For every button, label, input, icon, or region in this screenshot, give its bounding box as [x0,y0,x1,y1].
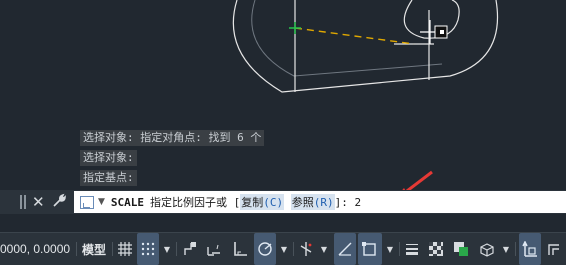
base-point-marker [289,22,301,34]
command-line[interactable]: ▼ SCALE 指定比例因子或 [ 复制(C) 参照(R) ]: 2 [74,191,566,213]
close-icon[interactable]: ✕ [32,193,45,211]
osnap-dropdown-icon[interactable]: ▼ [384,233,396,265]
dynamic-input-icon[interactable] [204,233,226,265]
option-reference-label: 参照 [291,196,314,209]
history-line-3: 指定基点: [80,170,137,186]
recent-commands-dropdown-icon[interactable]: ▼ [98,197,105,207]
coordinates-readout[interactable]: 0000, 0.0000 [0,242,70,256]
snap-dropdown-icon[interactable]: ▼ [161,233,173,265]
transparency-icon[interactable] [426,233,446,265]
infer-constraints-icon[interactable] [180,233,200,265]
customize-icon[interactable] [51,193,67,213]
rubberband-dashed-line [294,27,415,45]
object-snap-icon[interactable] [358,233,382,265]
command-prompt: 指定比例因子或 [ [150,196,241,209]
history-line-1: 选择对象: 指定对角点: 找到 6 个 [80,130,265,146]
annotation-scale-icon[interactable] [519,233,541,265]
status-bar: 0000, 0.0000 模型 ▼ ▼ ▼ ▼ ▼ [0,232,566,265]
ortho-icon[interactable] [230,233,250,265]
command-suffix: ]: [334,195,355,209]
lineweight-icon[interactable] [402,233,422,265]
option-copy-key: (C) [263,196,284,209]
option-reference[interactable]: 参照(R) [290,194,335,210]
command-input-value[interactable]: 2 [355,196,362,209]
polar-dropdown-icon[interactable]: ▼ [278,233,290,265]
command-name: SCALE [110,195,145,209]
drag-handle[interactable] [20,195,26,209]
selection-cycling-icon[interactable] [450,233,472,265]
history-line-2: 选择对象: [80,150,137,166]
option-reference-key: (R) [313,196,334,209]
model-tab[interactable]: 模型 [82,241,106,258]
polar-tracking-icon[interactable] [254,233,276,265]
3d-osnap-dropdown-icon[interactable]: ▼ [500,233,512,265]
3d-osnap-icon[interactable] [476,233,498,265]
outer-profile [232,0,499,93]
crosshair-cursor [420,20,448,44]
snap-icon[interactable] [137,233,159,265]
workspace-icon[interactable] [544,233,564,265]
option-copy[interactable]: 复制(C) [240,194,285,210]
option-copy-label: 复制 [241,196,264,209]
annotation-arrow [402,170,433,190]
isometric-drafting-icon[interactable] [296,233,316,265]
command-icon[interactable] [80,195,94,209]
iso-dropdown-icon[interactable]: ▼ [318,233,330,265]
inner-profile [251,0,443,77]
grid-icon[interactable] [115,233,135,265]
object-snap-tracking-icon[interactable] [334,233,356,265]
